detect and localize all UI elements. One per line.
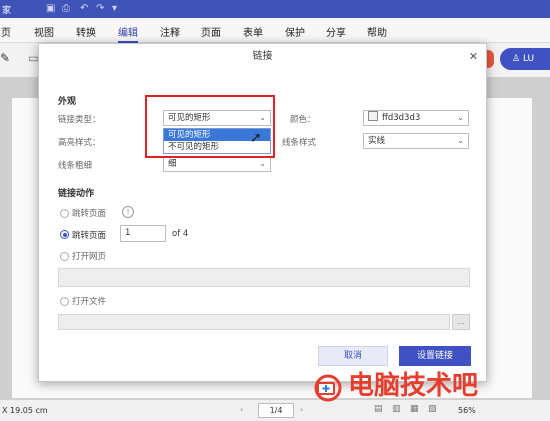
quick-access-dropdown-icon[interactable]: ▾ [112,3,117,15]
goto-page-radio-1[interactable] [60,209,69,218]
open-web-radio[interactable] [60,252,69,261]
zoom-level[interactable]: 56% [458,406,476,415]
menu-protect[interactable]: 保护 [285,24,305,39]
annotation-highlight-box [145,95,275,158]
edit-tool-icon[interactable]: ✎ [0,51,10,65]
next-page-icon[interactable]: › [300,405,303,414]
close-icon[interactable]: ✕ [469,50,478,63]
undo-icon[interactable]: ↶ [80,3,88,15]
chevron-down-icon: ⌄ [259,159,266,168]
menu-convert[interactable]: 转换 [76,24,96,39]
set-link-button[interactable]: 设置链接 [399,346,471,366]
line-width-value: 细 [168,159,177,169]
link-type-label: 链接类型： [58,115,101,125]
redo-icon[interactable]: ↷ [96,3,104,15]
menu-form[interactable]: 表单 [243,24,263,39]
line-style-label: 线条样式 [282,138,317,148]
browse-button[interactable]: ... [452,314,470,330]
color-select[interactable]: ffd3d3d3 ⌄ [363,110,469,126]
save-icon[interactable]: ▣ [46,3,55,15]
info-icon: ! [122,206,134,218]
line-width-select[interactable]: 细 ⌄ [163,156,271,172]
print-icon[interactable]: ⎙ [62,3,70,15]
watermark-logo-icon [314,374,342,402]
page-number-input[interactable]: 1 [120,225,166,242]
chevron-down-icon: ⌄ [457,136,464,145]
menu-bar: 页 视图 转换 编辑 注释 页面 表单 保护 分享 帮助 [0,18,550,43]
goto-page-label-1: 跳转页面 [72,209,107,219]
menu-edit[interactable]: 编辑 [118,24,138,43]
line-style-select[interactable]: 实线 ⌄ [363,133,469,149]
chevron-down-icon: ⌄ [457,113,464,122]
prev-page-icon[interactable]: ‹ [240,405,243,414]
color-value: ffd3d3d3 [382,113,421,123]
title-bar: 家 ▣ ⎙ ↶ ↷ ▾ [0,0,550,18]
menu-annotate[interactable]: 注释 [160,24,180,39]
highlight-style-label: 高亮样式： [58,138,101,148]
line-style-value: 实线 [368,136,386,146]
cancel-button[interactable]: 取消 [318,346,388,366]
open-web-label: 打开网页 [72,252,107,262]
mouse-cursor-icon: ➚ [250,130,262,146]
user-account-button[interactable]: ♙ LU [500,48,550,70]
menu-home[interactable]: 页 [1,24,11,39]
menu-page[interactable]: 页面 [201,24,221,39]
appearance-section-title: 外观 [58,97,77,107]
user-button-label: LU [522,54,535,64]
menu-view[interactable]: 视图 [34,24,54,39]
color-swatch [368,111,378,121]
menu-share[interactable]: 分享 [326,24,346,39]
dialog-title: 链接 [252,51,273,62]
open-file-label: 打开文件 [72,297,107,307]
color-label: 颜色： [290,115,316,125]
web-url-input[interactable] [58,268,470,287]
file-path-input[interactable] [58,314,450,330]
open-file-radio[interactable] [60,297,69,306]
goto-page-label-2: 跳转页面 [72,231,107,241]
goto-page-radio-2[interactable] [60,230,69,239]
page-total-label: of 4 [172,229,189,239]
user-icon: ♙ [512,54,523,64]
menu-help[interactable]: 帮助 [367,24,387,39]
page-dimension: X 19.05 cm [2,406,48,415]
line-width-label: 线条粗细 [58,161,93,171]
link-action-section-title: 链接动作 [58,189,95,199]
watermark-text: 电脑技术吧 [348,371,479,401]
page-indicator[interactable]: 1/4 [258,403,294,418]
app-title: 家 [2,6,12,16]
